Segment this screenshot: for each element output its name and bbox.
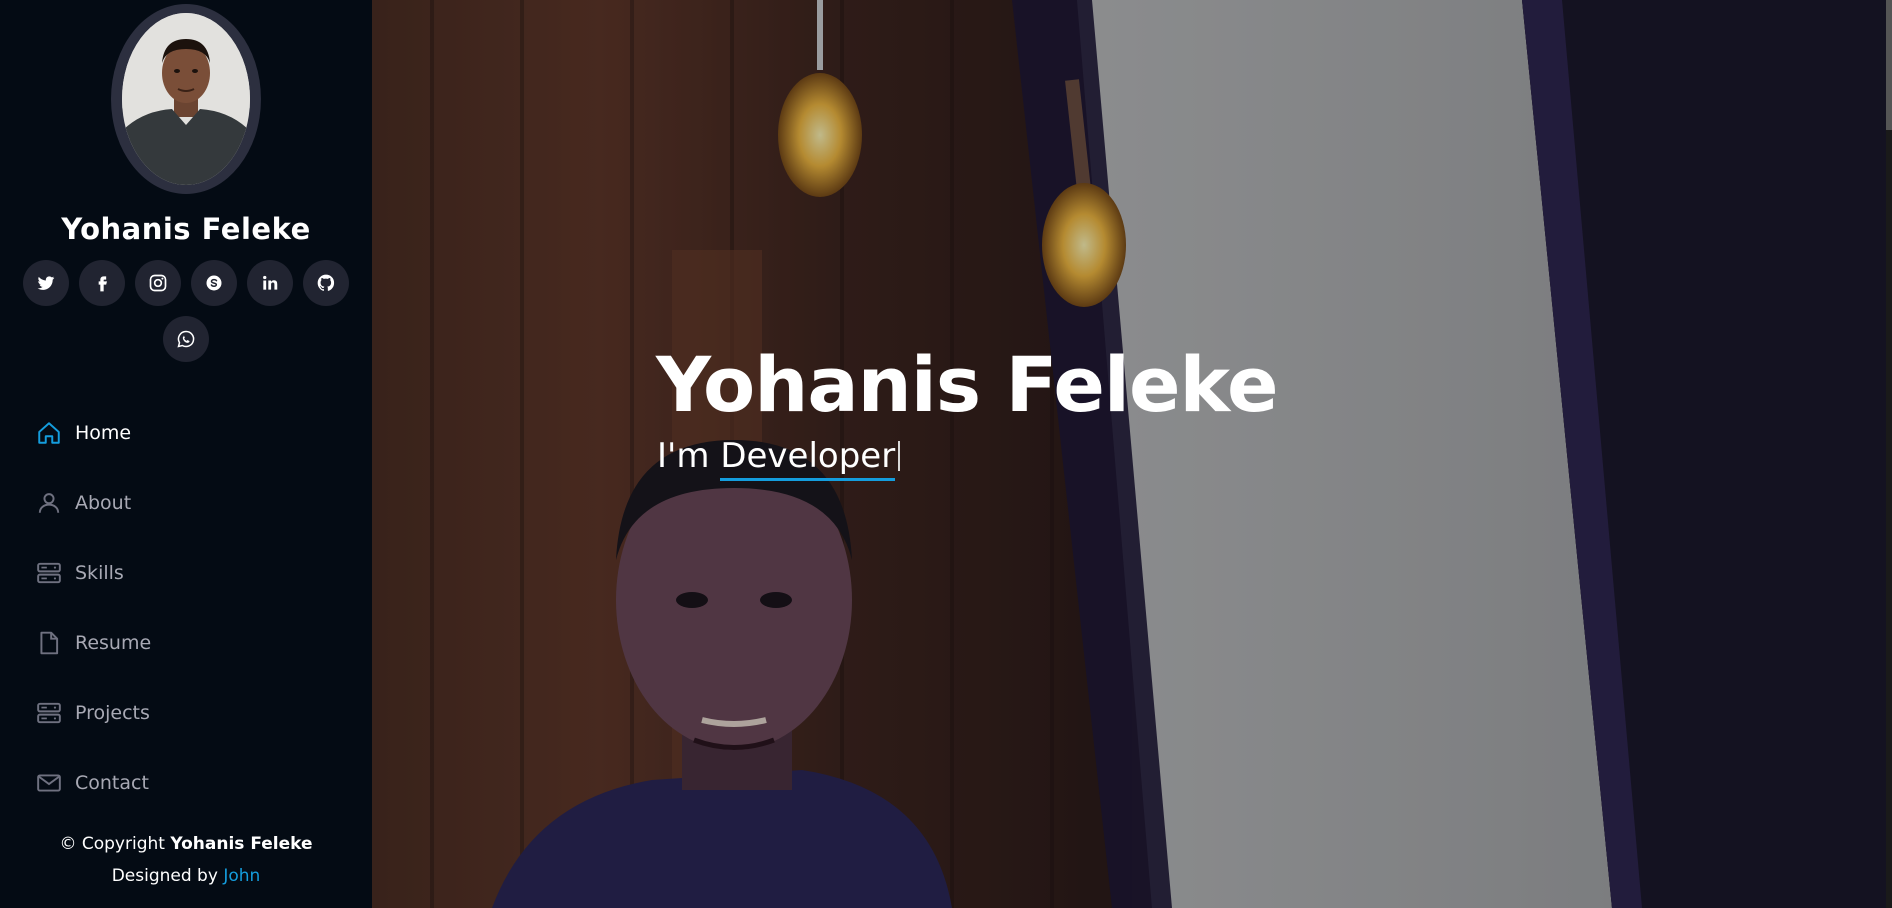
avatar[interactable] — [122, 13, 250, 185]
hero-prefix: I'm — [657, 436, 721, 476]
nav-label-resume: Resume — [75, 632, 152, 654]
instagram-link[interactable] — [135, 260, 181, 306]
nav-label-projects: Projects — [75, 702, 150, 724]
nav-item-skills[interactable]: Skills — [0, 538, 372, 608]
nav-item-contact[interactable]: Contact — [0, 748, 372, 818]
typed-cursor — [898, 441, 901, 471]
home-icon — [35, 419, 63, 447]
credits: Designed by John — [0, 860, 372, 892]
file-icon — [35, 629, 63, 657]
person-icon — [35, 489, 63, 517]
nav-item-resume[interactable]: Resume — [0, 608, 372, 678]
credits-prefix: Designed by — [111, 866, 224, 886]
github-icon — [317, 274, 335, 291]
sidebar-footer: © Copyright Yohanis Feleke Designed by J… — [0, 828, 372, 892]
scrollbar-thumb[interactable] — [1886, 0, 1892, 130]
copyright-prefix: © Copyright — [59, 834, 171, 854]
nav-item-home[interactable]: Home — [0, 398, 372, 468]
nav-label-contact: Contact — [75, 772, 149, 794]
github-link[interactable] — [303, 260, 349, 306]
envelope-icon — [35, 769, 63, 797]
facebook-icon — [98, 276, 107, 292]
sidebar: Yohanis Feleke Home About Skills Resume … — [0, 0, 372, 908]
copyright-name: Yohanis Feleke — [170, 834, 313, 854]
main-nav: Home About Skills Resume Projects Contac… — [0, 398, 372, 818]
skype-link[interactable] — [191, 260, 237, 306]
whatsapp-link[interactable] — [163, 316, 209, 362]
hero-section: Yohanis Feleke I'm Developer — [372, 0, 1892, 908]
whatsapp-icon — [177, 330, 195, 348]
nav-item-about[interactable]: About — [0, 468, 372, 538]
server-icon — [35, 559, 63, 587]
social-links — [16, 260, 356, 362]
skype-icon — [206, 275, 222, 291]
linkedin-link[interactable] — [247, 260, 293, 306]
facebook-link[interactable] — [79, 260, 125, 306]
nav-label-skills: Skills — [75, 562, 124, 584]
nav-item-projects[interactable]: Projects — [0, 678, 372, 748]
instagram-icon — [149, 274, 167, 292]
hero-subtitle: I'm Developer — [657, 436, 901, 481]
hero-title: Yohanis Feleke — [656, 340, 1279, 429]
nav-label-home: Home — [75, 422, 132, 444]
profile-name: Yohanis Feleke — [61, 212, 311, 246]
hero-overlay — [372, 0, 1892, 908]
twitter-icon — [37, 276, 55, 290]
scrollbar[interactable] — [1886, 0, 1892, 908]
typed-text: Developer — [720, 436, 896, 481]
avatar-frame — [111, 4, 261, 194]
nav-label-about: About — [75, 492, 132, 514]
linkedin-icon — [263, 275, 278, 290]
server-icon — [35, 699, 63, 727]
copyright: © Copyright Yohanis Feleke — [0, 828, 372, 860]
designer-link[interactable]: John — [223, 866, 260, 886]
twitter-link[interactable] — [23, 260, 69, 306]
